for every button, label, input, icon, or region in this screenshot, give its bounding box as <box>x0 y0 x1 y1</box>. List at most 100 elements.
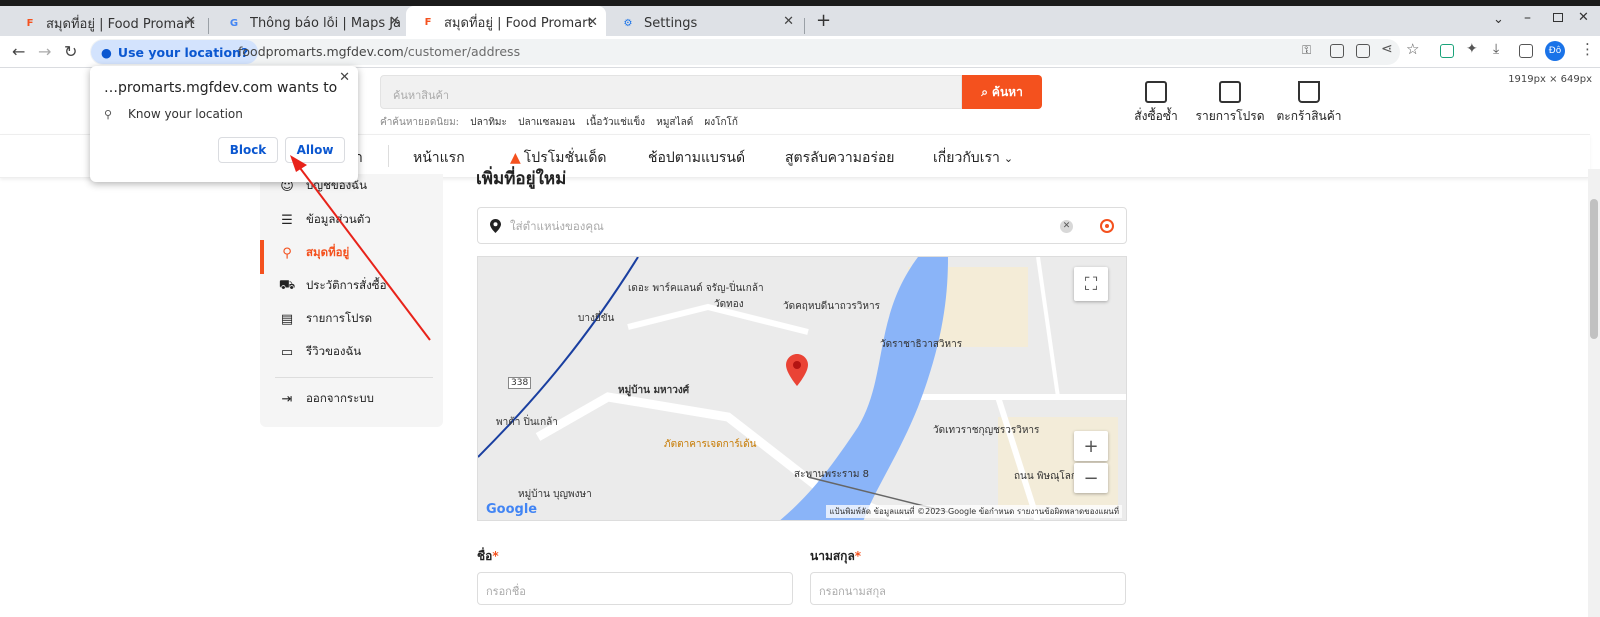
tab-title: สมุดที่อยู่ | Food Promart <box>444 15 593 31</box>
search-button[interactable]: ⌕ ค้นหา <box>962 75 1042 109</box>
current-location-icon[interactable] <box>1100 219 1114 233</box>
reload-icon[interactable]: ↻ <box>64 42 77 61</box>
restore-icon[interactable] <box>1553 13 1563 22</box>
map-attribution[interactable]: แป้นพิมพ์ลัด ข้อมูลแผนที่ ©2023 Google ข… <box>826 505 1122 518</box>
tab-title: Thông báo lỗi | Maps Java <box>250 15 400 31</box>
tab-separator <box>804 18 805 34</box>
close-icon[interactable]: ✕ <box>783 14 794 29</box>
browser-tab[interactable]: F สมุดที่อยู่ | Food Promart ✕ <box>8 10 204 36</box>
nav-item-about[interactable]: เกี่ยวกับเรา ⌄ <box>933 147 1013 169</box>
url-text[interactable]: foodpromarts.mgfdev.com/customer/address <box>238 44 520 59</box>
fullscreen-icon[interactable]: ⛶ <box>1074 267 1108 301</box>
map-marker-icon[interactable] <box>786 354 808 386</box>
cart-link[interactable]: ตะกร้าสินค้า <box>1262 81 1356 126</box>
sidebar-item-order-history[interactable]: ⛟ ประวัติการสั่งซื้อ <box>278 277 387 295</box>
url-host: foodpromarts.mgfdev.com <box>238 44 404 59</box>
map-label: พาต้า ปิ่นเกล้า <box>496 417 558 428</box>
browser-tab-strip: F สมุดที่อยู่ | Food Promart ✕ G Thông b… <box>0 0 1600 38</box>
back-arrow-icon[interactable]: ← <box>12 42 25 61</box>
address-search-input[interactable]: ใส่ตำแหน่งของคุณ ✕ <box>477 207 1127 244</box>
close-icon[interactable]: ✕ <box>185 14 196 29</box>
profile-avatar[interactable]: Đô <box>1545 41 1565 61</box>
kebab-menu-icon[interactable]: ⋮ <box>1580 40 1595 58</box>
side-panel-icon[interactable] <box>1519 44 1533 58</box>
close-window-icon[interactable]: ✕ <box>1578 10 1589 25</box>
extensions-puzzle-icon[interactable]: ✦ <box>1466 41 1478 57</box>
cart-icon <box>1298 81 1320 103</box>
last-name-label: นามสกุล* <box>810 547 861 566</box>
map-label: เดอะ พาร์คแลนด์ จรัญ-ปิ่นเกล้า <box>628 283 764 294</box>
nav-item-recipes[interactable]: สูตรลับความอร่อย <box>785 147 894 169</box>
block-button[interactable]: Block <box>218 137 278 163</box>
location-permission-chip[interactable]: ● Use your location? <box>91 40 259 64</box>
google-map[interactable]: หมู่บ้าน มหาวงศ์ บางยี่ขัน วัดทอง วัดคฤห… <box>477 256 1127 521</box>
nav-item-home[interactable]: หน้าแรก <box>413 147 465 169</box>
first-name-label-text: ชื่อ <box>477 549 493 563</box>
logout-icon: ⇥ <box>281 391 293 407</box>
browser-tab[interactable]: G Thông báo lỗi | Maps Java ✕ <box>212 10 408 36</box>
minimize-icon[interactable]: – <box>1524 10 1531 26</box>
map-label: สะพานพระราม 8 <box>794 469 869 480</box>
bookmark-star-icon[interactable]: ☆ <box>1406 40 1419 58</box>
gear-icon: ⚙ <box>623 17 633 29</box>
map-label: ภัตตาคารเจดการ์เด้น <box>664 439 757 450</box>
profile-list-icon: ☰ <box>281 212 293 228</box>
viewport-size-readout: 1919px × 649px <box>1508 74 1592 85</box>
location-pin-icon: ⚲ <box>104 108 113 121</box>
browser-tab-active[interactable]: F สมุดที่อยู่ | Food Promart ✕ <box>406 6 606 38</box>
allow-button[interactable]: Allow <box>285 137 345 163</box>
zoom-in-button[interactable]: + <box>1074 431 1108 461</box>
sidebar-item-address-book[interactable]: ⚲ สมุดที่อยู่ <box>278 244 349 262</box>
close-icon[interactable]: ✕ <box>389 14 400 29</box>
map-label: หมู่บ้าน มหาวงศ์ <box>618 385 690 396</box>
cart-label: ตะกร้าสินค้า <box>1276 109 1342 123</box>
popup-title: …promarts.mgfdev.com wants to <box>104 80 338 96</box>
food-promart-favicon: F <box>26 17 34 29</box>
forward-arrow-icon[interactable]: → <box>38 42 51 61</box>
logout-button[interactable]: ⇥ ออกจากระบบ <box>278 390 374 408</box>
nav-item-brands[interactable]: ช้อปตามแบรนด์ <box>648 147 745 169</box>
zoom-out-button[interactable]: − <box>1074 463 1108 493</box>
close-icon[interactable]: ✕ <box>587 15 598 30</box>
new-tab-icon[interactable]: + <box>816 10 831 31</box>
sidebar-item-label: สมุดที่อยู่ <box>306 245 350 259</box>
popular-term-link[interactable]: ปลาทิมะ <box>470 117 507 128</box>
search-icon: ⌕ <box>981 84 988 99</box>
popular-term-link[interactable]: หมูสไลด์ <box>656 117 693 128</box>
browser-tab[interactable]: ⚙ Settings ✕ <box>606 10 802 36</box>
sidebar-item-label: ข้อมูลส่วนตัว <box>306 212 371 226</box>
product-search-input[interactable]: ค้นหาสินค้า <box>380 75 962 109</box>
scrollbar-thumb[interactable] <box>1590 199 1598 339</box>
sidebar-item-reviews[interactable]: ▭ รีวิวของฉัน <box>278 343 361 361</box>
url-path: /customer/address <box>403 44 521 59</box>
reorder-icon <box>1145 81 1167 103</box>
nav-about-label: เกี่ยวกับเรา <box>933 150 1000 166</box>
location-permission-popup: ✕ …promarts.mgfdev.com wants to ⚲ Know y… <box>90 66 358 182</box>
fire-icon: ▲ <box>510 150 521 166</box>
first-name-placeholder: กรอกชื่อ <box>486 585 526 598</box>
popular-term-link[interactable]: ปลาแซลมอน <box>518 117 575 128</box>
popular-label: คำค้นหายอดนิยม: <box>380 117 460 128</box>
clipboard-icon <box>1219 81 1241 103</box>
logout-label: ออกจากระบบ <box>306 391 374 405</box>
close-icon[interactable]: ✕ <box>339 70 350 85</box>
popular-term-link[interactable]: เนื้อวัวแช่แข็ง <box>586 117 645 128</box>
last-name-label-text: นามสกุล <box>810 549 855 563</box>
download-icon[interactable]: ⤓ <box>1493 41 1499 57</box>
extension-n-icon[interactable] <box>1440 44 1454 58</box>
translate-icon[interactable] <box>1356 44 1370 58</box>
sidebar-item-favorites[interactable]: ▤ รายการโปรด <box>278 310 372 328</box>
tab-search-chevron-icon[interactable]: ⌄ <box>1493 12 1504 27</box>
location-pin-icon: ⚲ <box>282 245 292 261</box>
search-placeholder: ค้นหาสินค้า <box>393 89 450 102</box>
share-icon[interactable]: ⋖ <box>1381 41 1393 57</box>
address-bar[interactable]: ● Use your location? foodpromarts.mgfdev… <box>90 39 1400 65</box>
sidebar-item-profile[interactable]: ☰ ข้อมูลส่วนตัว <box>278 211 371 229</box>
key-icon[interactable]: ⚿ <box>1302 43 1311 58</box>
popular-term-link[interactable]: ผงโกโก้ <box>704 117 738 128</box>
address-placeholder: ใส่ตำแหน่งของคุณ <box>510 219 604 233</box>
first-name-field[interactable]: กรอกชื่อ <box>477 572 793 605</box>
install-icon[interactable] <box>1330 44 1344 58</box>
clear-icon[interactable]: ✕ <box>1060 220 1073 233</box>
last-name-field[interactable]: กรอกนามสกุล <box>810 572 1126 605</box>
